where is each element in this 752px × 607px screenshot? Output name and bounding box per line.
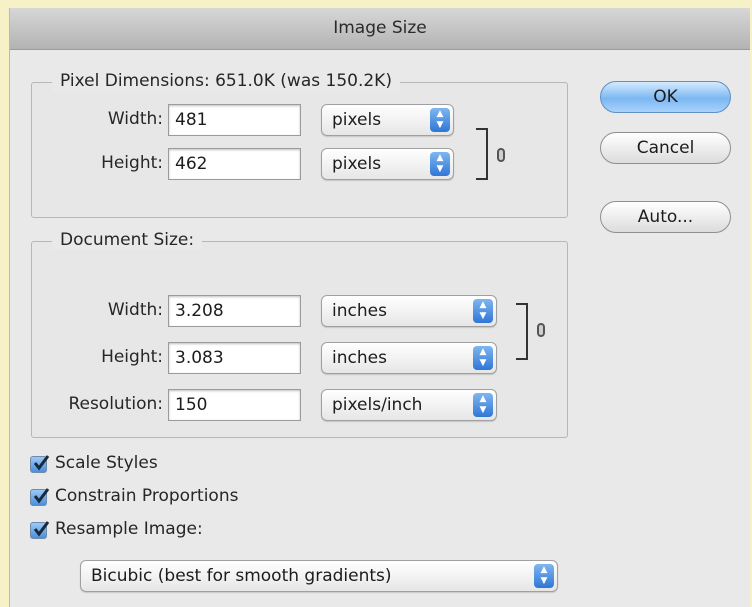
pixel-height-input[interactable]	[168, 148, 301, 180]
document-height-label: Height:	[101, 347, 163, 367]
pixel-constrain-bracket	[476, 128, 488, 180]
pixel-height-label: Height:	[101, 153, 163, 173]
dialog-title: Image Size	[10, 8, 750, 50]
select-arrows-icon: ▲ ▼	[430, 108, 450, 132]
ok-button[interactable]: OK	[600, 81, 731, 113]
document-height-input[interactable]	[168, 342, 301, 374]
checkmark-icon	[33, 521, 50, 537]
pixel-dimensions-legend: Pixel Dimensions: 651.0K (was 150.2K)	[52, 71, 400, 91]
pixel-width-unit-select[interactable]: pixels ▲ ▼	[321, 104, 454, 136]
document-size-legend: Document Size:	[52, 230, 203, 250]
select-arrows-icon: ▲ ▼	[430, 152, 450, 176]
resolution-unit-select[interactable]: pixels/inch ▲ ▼	[321, 389, 497, 421]
document-width-unit-select[interactable]: inches ▲ ▼	[321, 295, 497, 327]
scale-styles-label[interactable]: Scale Styles	[55, 453, 158, 473]
image-size-dialog: Image Size Pixel Dimensions: 651.0K (was…	[9, 8, 750, 607]
pixel-width-label: Width:	[107, 109, 163, 129]
auto-button[interactable]: Auto...	[600, 201, 731, 233]
pixel-height-unit-value: pixels	[332, 154, 382, 174]
resample-image-label[interactable]: Resample Image:	[55, 519, 203, 539]
resample-method-value: Bicubic (best for smooth gradients)	[91, 566, 392, 586]
pixel-height-unit-select[interactable]: pixels ▲ ▼	[321, 148, 454, 180]
constrain-proportions-label[interactable]: Constrain Proportions	[55, 486, 238, 506]
select-arrows-icon: ▲ ▼	[473, 393, 493, 417]
checkmark-icon	[33, 455, 50, 471]
resample-method-select[interactable]: Bicubic (best for smooth gradients) ▲ ▼	[80, 560, 558, 592]
document-width-label: Width:	[107, 300, 163, 320]
resolution-input[interactable]	[168, 389, 301, 421]
resolution-unit-value: pixels/inch	[332, 395, 423, 415]
select-arrows-icon: ▲ ▼	[473, 299, 493, 323]
document-width-unit-value: inches	[332, 301, 387, 321]
select-arrows-icon: ▲ ▼	[473, 346, 493, 370]
document-constrain-bracket	[516, 303, 528, 360]
constrain-proportions-checkbox[interactable]	[30, 488, 50, 506]
document-height-unit-select[interactable]: inches ▲ ▼	[321, 342, 497, 374]
chain-link-icon	[497, 148, 505, 162]
resample-image-checkbox[interactable]	[30, 521, 50, 539]
resolution-label: Resolution:	[68, 394, 163, 414]
chain-link-icon	[537, 323, 545, 337]
pixel-width-unit-value: pixels	[332, 110, 382, 130]
select-arrows-icon: ▲ ▼	[534, 564, 554, 588]
scale-styles-checkbox[interactable]	[30, 455, 50, 473]
cancel-button[interactable]: Cancel	[600, 132, 731, 164]
checkmark-icon	[33, 488, 50, 504]
pixel-width-input[interactable]	[168, 104, 301, 136]
document-height-unit-value: inches	[332, 348, 387, 368]
document-width-input[interactable]	[168, 295, 301, 327]
